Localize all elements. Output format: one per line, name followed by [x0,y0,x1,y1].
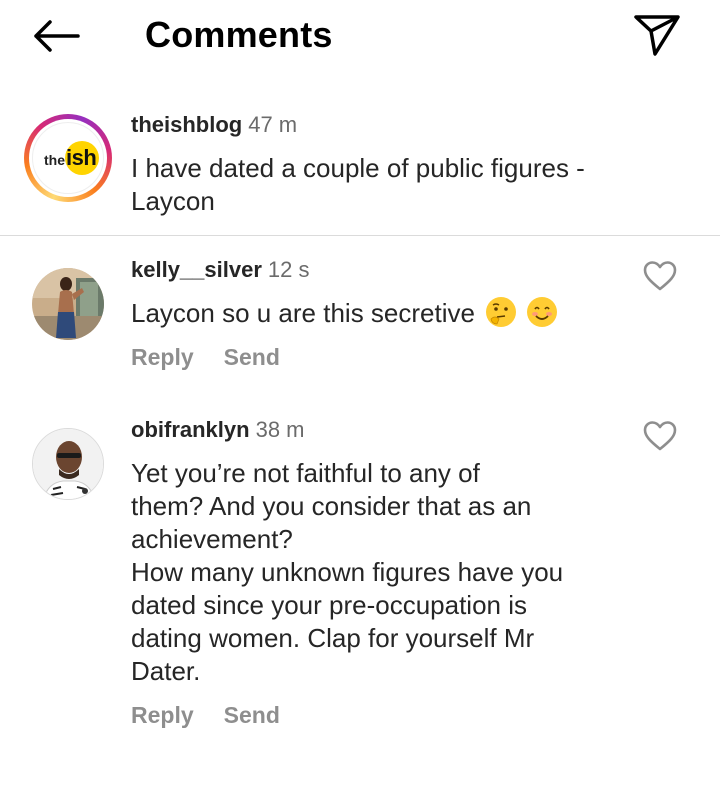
avatar[interactable] [32,428,104,500]
logo-the: the [44,152,65,168]
caption-username[interactable]: theishblog [131,112,242,137]
reply-button[interactable]: Reply [131,344,194,371]
avatar-photo [32,268,104,340]
comment-text: Laycon so u are this secretive [131,298,475,328]
send-button[interactable]: Send [224,702,280,729]
send-button[interactable]: Send [224,344,280,371]
comment-header: obifranklyn 38 m [131,417,305,443]
heart-icon [643,421,677,451]
avatar-story-ring[interactable]: the ish [24,114,112,202]
arrow-left-icon [34,20,80,52]
caption-text: I have dated a couple of public figures … [131,153,585,216]
header: Comments [0,0,720,72]
logo-ish: ish [66,145,97,170]
comment-username[interactable]: obifranklyn [131,417,250,442]
caption: the ish theishblog 47 m I have dated a co… [0,100,720,236]
caption-header: theishblog 47 m [131,112,297,138]
comment-text-row: Laycon so u are this secretive [131,297,558,330]
thinking-face-icon [486,297,517,327]
paper-plane-icon [634,15,680,56]
comment-actions: Reply Send [131,344,280,371]
avatar-photo [33,429,103,499]
smiling-face-icon [527,297,558,327]
heart-icon [643,261,677,291]
avatar[interactable] [32,268,104,340]
comment-time: 12 s [267,257,310,282]
comment-text: Yet you’re not faithful to any of them? … [131,458,564,686]
comment-time: 38 m [255,417,305,442]
share-button[interactable] [632,12,682,58]
page-title: Comments [145,14,333,55]
comment-header: kelly__silver 12 s [131,257,310,283]
comment-actions: Reply Send [131,702,280,729]
like-button[interactable] [642,420,678,452]
avatar: the ish [32,122,104,194]
reply-button[interactable]: Reply [131,702,194,729]
back-button[interactable] [30,16,82,56]
like-button[interactable] [642,260,678,292]
comment-username[interactable]: kelly__silver [131,257,262,282]
caption-time: 47 m [248,112,298,137]
